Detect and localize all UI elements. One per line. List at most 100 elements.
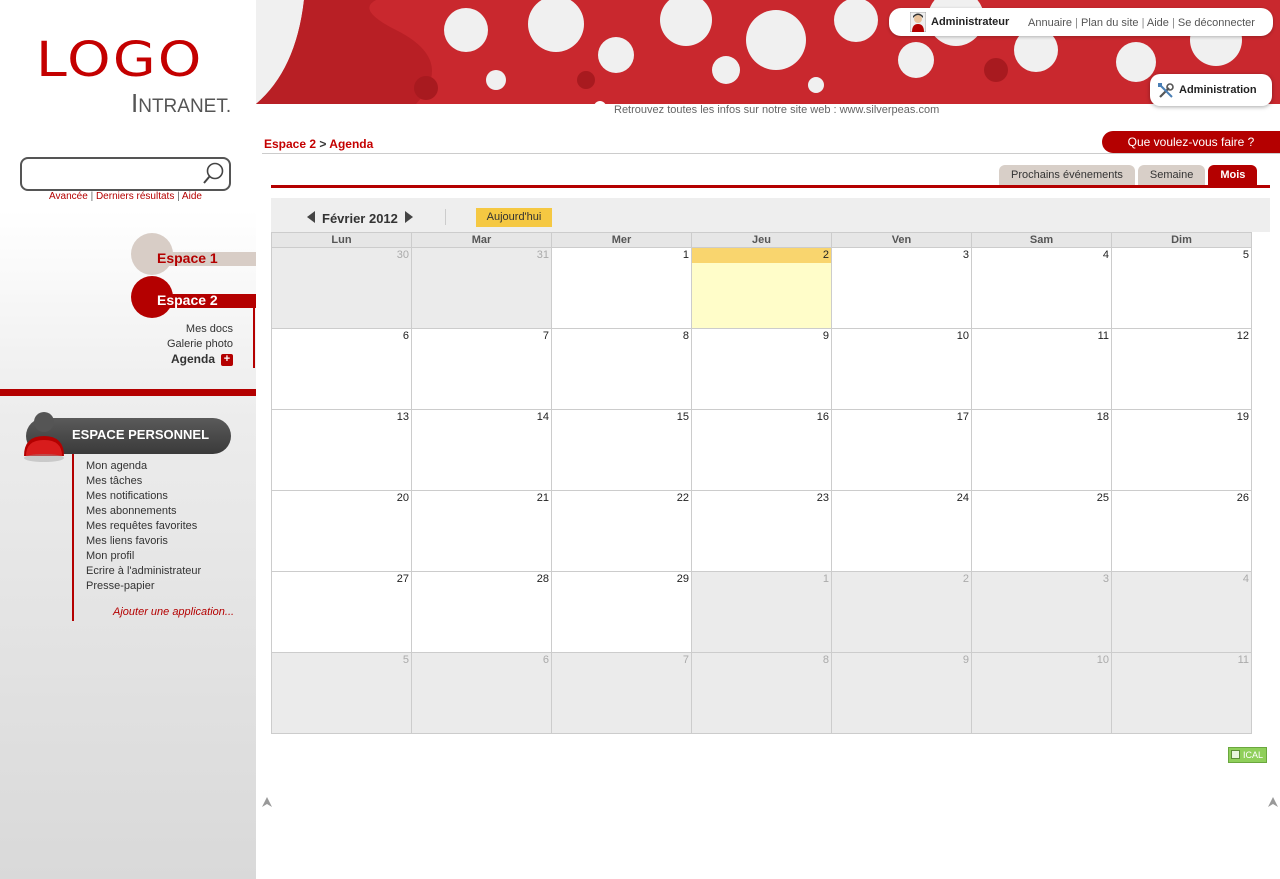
day-number: 7 (682, 654, 689, 666)
calendar-day-cell[interactable]: 7 (412, 329, 552, 410)
tab-semaine[interactable]: Semaine (1137, 165, 1206, 185)
personal-space-line (72, 454, 74, 621)
calendar-day-cell[interactable]: 4 (972, 248, 1112, 329)
calendar-day-cell[interactable]: 26 (1112, 491, 1252, 572)
day-number: 3 (1102, 573, 1109, 585)
calendar-day-cell[interactable]: 11 (972, 329, 1112, 410)
calendar-day-cell[interactable]: 9 (832, 653, 972, 734)
calendar-day-cell[interactable]: 2 (832, 572, 972, 653)
search-icon[interactable] (201, 161, 225, 187)
calendar-day-cell[interactable]: 19 (1112, 410, 1252, 491)
calendar-day-cell[interactable]: 16 (692, 410, 832, 491)
link-plan-du-site[interactable]: Plan du site (1081, 17, 1138, 29)
calendar-day-cell[interactable]: 21 (412, 491, 552, 572)
calendar-day-cell[interactable]: 23 (692, 491, 832, 572)
tab-mois[interactable]: Mois (1208, 165, 1258, 185)
day-number: 14 (536, 411, 549, 423)
day-number: 18 (1096, 411, 1109, 423)
calendar-day-cell[interactable]: 25 (972, 491, 1112, 572)
calendar-day-cell[interactable]: 13 (272, 410, 412, 491)
calendar-day-cell[interactable]: 17 (832, 410, 972, 491)
calendar-day-cell[interactable]: 27 (272, 572, 412, 653)
calendar-day-cell[interactable]: 22 (552, 491, 692, 572)
calendar-day-cell[interactable]: 10 (972, 653, 1112, 734)
calendar-week-row: 27 28 29 1 2 3 4 (272, 572, 1270, 653)
calendar-day-cell[interactable]: 15 (552, 410, 692, 491)
personal-item-presse-papier[interactable]: Presse-papier (86, 579, 201, 594)
day-number: 10 (1096, 654, 1109, 666)
calendar-day-cell[interactable]: 20 (272, 491, 412, 572)
link-se-deconnecter[interactable]: Se déconnecter (1178, 17, 1255, 29)
breadcrumb-page[interactable]: Agenda (329, 137, 373, 151)
day-number: 5 (402, 654, 409, 666)
day-number: 31 (536, 249, 549, 261)
space-espace1[interactable]: Espace 1 (157, 250, 218, 266)
calendar-day-cell[interactable]: 8 (692, 653, 832, 734)
personal-item-mon-profil[interactable]: Mon profil (86, 549, 201, 564)
search-advanced-link[interactable]: Avancée (49, 191, 88, 202)
personal-item-mes-abonnements[interactable]: Mes abonnements (86, 504, 201, 519)
calendar-day-cell[interactable]: 14 (412, 410, 552, 491)
user-name[interactable]: Administrateur (931, 16, 1009, 28)
calendar-day-cell[interactable]: 1 (552, 248, 692, 329)
calendar-day-cell[interactable]: 29 (552, 572, 692, 653)
day-number: 1 (682, 249, 689, 261)
link-aide[interactable]: Aide (1147, 17, 1169, 29)
calendar-day-cell[interactable]: 28 (412, 572, 552, 653)
calendar-day-cell[interactable]: 30 (272, 248, 412, 329)
espace2-item-galerie-photo[interactable]: Galerie photo (120, 337, 233, 352)
calendar-day-cell[interactable]: 31 (412, 248, 552, 329)
calendar-day-cell[interactable]: 6 (412, 653, 552, 734)
next-month-icon[interactable] (405, 211, 413, 223)
calendar-day-cell[interactable]: 24 (832, 491, 972, 572)
calendar-day-cell[interactable]: 1 (692, 572, 832, 653)
personal-item-mes-taches[interactable]: Mes tâches (86, 474, 201, 489)
scroll-up-right-icon[interactable] (1268, 797, 1278, 807)
calendar-week-row: 13 14 15 16 17 18 19 (272, 410, 1270, 491)
today-button[interactable]: Aujourd'hui (476, 208, 552, 227)
espace2-line (253, 308, 255, 368)
search-help-link[interactable]: Aide (182, 191, 202, 202)
calendar-day-cell[interactable]: 3 (972, 572, 1112, 653)
weekday-ven: Ven (832, 232, 972, 248)
espace2-item-agenda[interactable]: Agenda + (120, 352, 233, 367)
space-espace2[interactable]: Espace 2 (157, 292, 218, 308)
add-application-link[interactable]: Ajouter une application... (113, 606, 234, 618)
calendar-day-cell[interactable]: 3 (832, 248, 972, 329)
calendar-day-cell[interactable]: 10 (832, 329, 972, 410)
personal-item-mes-liens-favoris[interactable]: Mes liens favoris (86, 534, 201, 549)
personal-space-menu: Mon agenda Mes tâches Mes notifications … (86, 459, 201, 594)
previous-month-icon[interactable] (307, 211, 315, 223)
calendar-day-cell-today[interactable]: 2 (692, 248, 832, 329)
calendar-day-cell[interactable]: 12 (1112, 329, 1252, 410)
tab-prochains-evenements[interactable]: Prochains événements (999, 165, 1135, 185)
day-number: 5 (1242, 249, 1249, 261)
calendar-day-cell[interactable]: 5 (272, 653, 412, 734)
search-input[interactable] (28, 164, 198, 184)
calendar-day-cell[interactable]: 9 (692, 329, 832, 410)
calendar-day-cell[interactable]: 18 (972, 410, 1112, 491)
calendar-day-cell[interactable]: 4 (1112, 572, 1252, 653)
scroll-up-left-icon[interactable] (262, 797, 272, 807)
calendar-day-cell[interactable]: 5 (1112, 248, 1252, 329)
user-avatar-icon (20, 404, 68, 464)
calendar-day-cell[interactable]: 11 (1112, 653, 1252, 734)
day-number: 1 (822, 573, 829, 585)
what-to-do-button[interactable]: Que voulez-vous faire ? (1102, 131, 1280, 153)
espace2-item-mes-docs[interactable]: Mes docs (120, 322, 233, 337)
calendar-day-cell[interactable]: 7 (552, 653, 692, 734)
calendar-day-cell[interactable]: 8 (552, 329, 692, 410)
day-number: 4 (1102, 249, 1109, 261)
left-separator (0, 389, 256, 396)
link-annuaire[interactable]: Annuaire (1028, 17, 1072, 29)
logo[interactable]: LOGO (36, 32, 204, 88)
add-plus-icon[interactable]: + (221, 353, 233, 366)
breadcrumb-space[interactable]: Espace 2 (264, 137, 316, 151)
search-last-results-link[interactable]: Derniers résultats (96, 191, 174, 202)
personal-item-mes-requetes-favorites[interactable]: Mes requêtes favorites (86, 519, 201, 534)
espace2-item-agenda-label: Agenda (170, 352, 215, 366)
personal-item-mon-agenda[interactable]: Mon agenda (86, 459, 201, 474)
calendar-day-cell[interactable]: 6 (272, 329, 412, 410)
personal-item-ecrire-admin[interactable]: Ecrire à l'administrateur (86, 564, 201, 579)
personal-item-mes-notifications[interactable]: Mes notifications (86, 489, 201, 504)
